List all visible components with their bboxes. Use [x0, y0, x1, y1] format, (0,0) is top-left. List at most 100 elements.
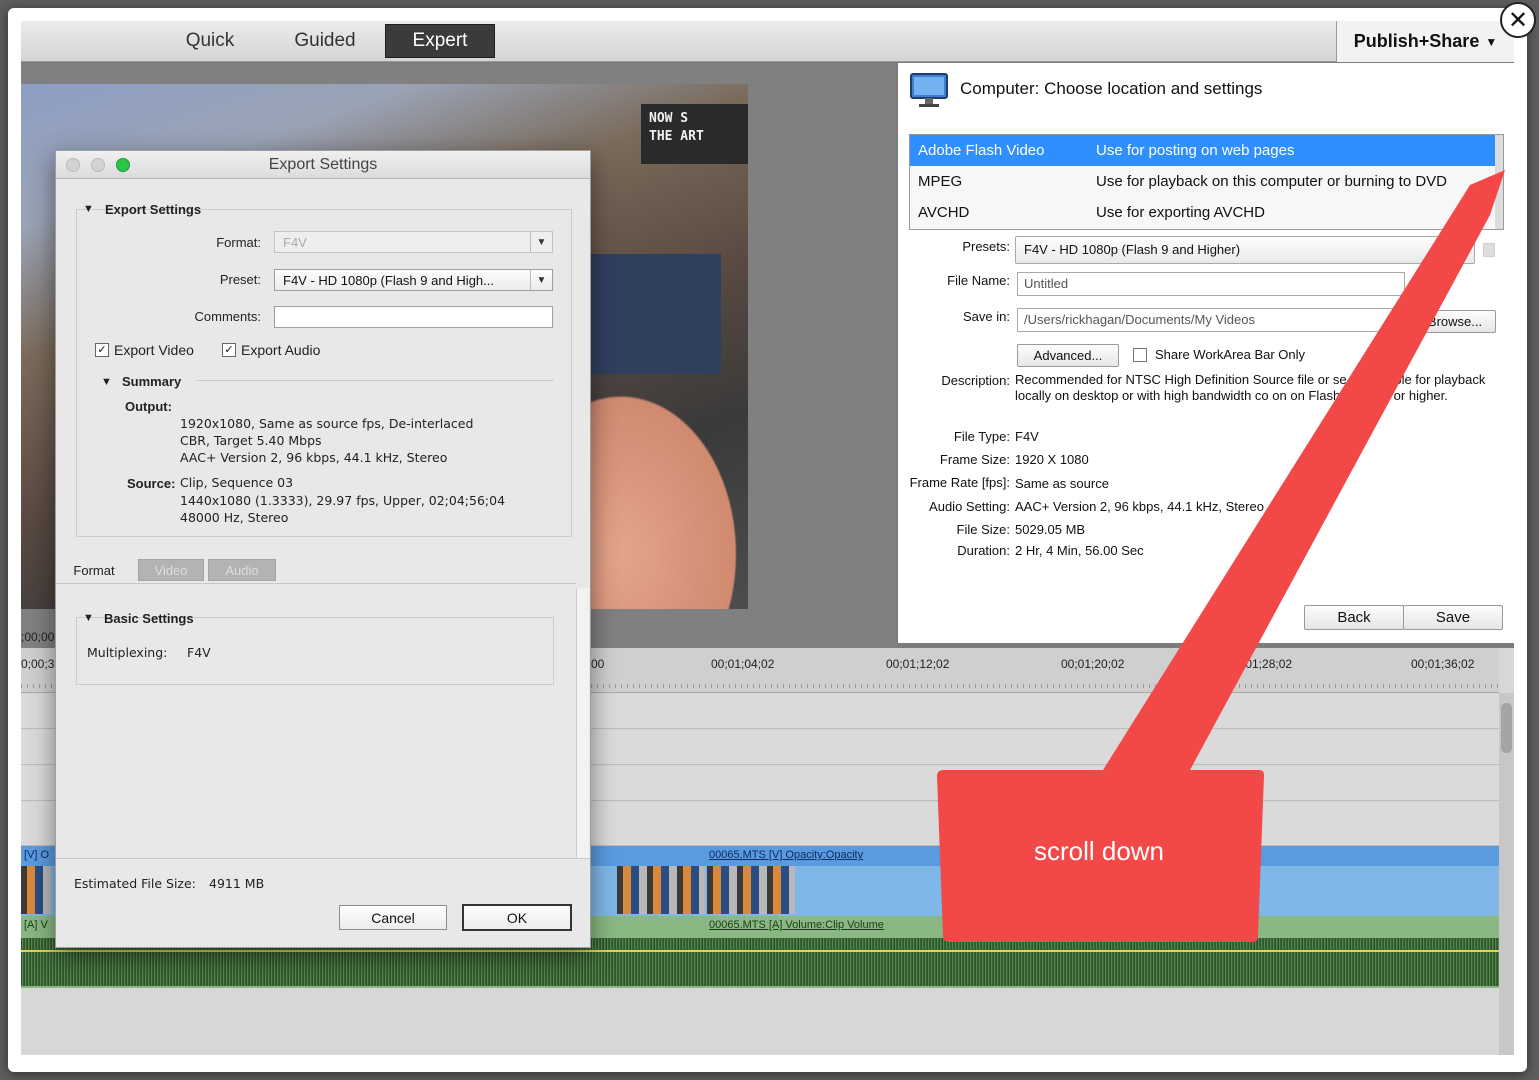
- format-name: AVCHD: [918, 204, 970, 221]
- duration-label: Duration:: [957, 543, 1010, 558]
- presets-dropdown[interactable]: F4V - HD 1080p (Flash 9 and Higher) ▼: [1015, 236, 1475, 264]
- frame-rate-label: Frame Rate [fps]:: [909, 475, 1010, 490]
- publish-share-panel: Computer: Choose location and settings A…: [897, 63, 1514, 643]
- trash-icon[interactable]: [1483, 243, 1495, 257]
- ruler-tick: ;01;28;02: [1242, 657, 1293, 671]
- format-dropdown: F4V ▼: [274, 231, 553, 253]
- description-value: Recommended for NTSC High Definition Sou…: [1015, 372, 1486, 403]
- file-name-label: File Name:: [947, 273, 1010, 288]
- file-size-label: File Size:: [956, 522, 1010, 537]
- video-clip-label[interactable]: 00065.MTS [V] Opacity:Opacity: [709, 849, 863, 861]
- format-name: MPEG: [918, 173, 963, 190]
- tab-divider: [56, 583, 576, 584]
- footer-divider: [56, 858, 590, 859]
- advanced-button[interactable]: Advanced...: [1017, 344, 1119, 367]
- export-video-label: Export Video: [114, 342, 194, 358]
- format-name: Adobe Flash Video: [918, 142, 1045, 159]
- export-settings-heading: Export Settings: [105, 202, 202, 217]
- tab-expert[interactable]: Expert: [385, 24, 495, 58]
- browse-button[interactable]: Browse...: [1414, 310, 1496, 333]
- share-workarea-checkbox[interactable]: [1133, 348, 1147, 362]
- computer-monitor-icon: [910, 73, 948, 107]
- export-audio-checkbox[interactable]: ✓: [222, 343, 236, 357]
- disclosure-triangle-icon[interactable]: ▼: [101, 376, 112, 388]
- format-label: Format:: [216, 235, 261, 250]
- timeline-scrollbar[interactable]: [1499, 693, 1514, 1055]
- file-type-value: F4V: [1015, 429, 1039, 444]
- callout-text: scroll down: [1033, 836, 1165, 866]
- format-desc: Use for exporting AVCHD: [1096, 204, 1265, 221]
- audio-setting-label: Audio Setting:: [929, 499, 1010, 514]
- preview-timecode: ;00;00: [21, 630, 55, 644]
- multiplexing-label: Multiplexing:: [87, 645, 168, 660]
- export-video-checkbox[interactable]: ✓: [95, 343, 109, 357]
- tab-video[interactable]: Video: [138, 559, 204, 581]
- chevron-down-icon: ▼: [530, 232, 552, 252]
- file-name-input[interactable]: Untitled: [1017, 272, 1405, 296]
- export-settings-dialog: Export Settings ▼ Export Settings Format…: [55, 150, 591, 948]
- ruler-tick: 00;01;04;02: [711, 657, 775, 671]
- disclosure-triangle-icon[interactable]: ▼: [83, 612, 94, 624]
- video-clip-left-label: [V] O: [24, 849, 50, 861]
- tab-quick[interactable]: Quick: [171, 24, 249, 58]
- output-line-3: AAC+ Version 2, 96 kbps, 44.1 kHz, Stere…: [180, 450, 448, 465]
- frame-size-value: 1920 X 1080: [1015, 452, 1089, 467]
- sign-line-2: THE ART: [649, 129, 704, 144]
- dialog-titlebar: Export Settings: [56, 151, 590, 179]
- duration-value: 2 Hr, 4 Min, 56.00 Sec: [1015, 543, 1144, 558]
- tab-guided[interactable]: Guided: [283, 24, 367, 58]
- mode-bar: Quick Guided Expert Publish+Share ▼: [21, 21, 1514, 62]
- preset-label: Preset:: [219, 272, 261, 287]
- presets-label: Presets:: [962, 239, 1010, 254]
- chevron-down-icon: ▼: [1456, 242, 1466, 253]
- sign-line-1: NOW S: [649, 111, 689, 126]
- format-row-mpeg[interactable]: MPEG Use for playback on this computer o…: [910, 166, 1503, 197]
- frame-rate-value: Same as source: [1015, 476, 1109, 491]
- audio-clip-left-label: [A] V: [24, 919, 48, 931]
- tab-audio[interactable]: Audio: [208, 559, 276, 581]
- share-workarea-label: Share WorkArea Bar Only: [1155, 347, 1306, 362]
- publish-heading: Computer: Choose location and settings: [960, 79, 1263, 98]
- format-list-scrollbar[interactable]: [1495, 135, 1503, 229]
- close-lightbox-button[interactable]: ✕: [1500, 2, 1536, 38]
- publish-share-menu[interactable]: Publish+Share ▼: [1336, 21, 1514, 62]
- summary-heading: Summary: [122, 374, 182, 389]
- volume-rubberband[interactable]: [21, 950, 1499, 952]
- ruler-tick: 00: [591, 657, 605, 671]
- back-button[interactable]: Back: [1304, 605, 1404, 630]
- ruler-tick: 00;01;20;02: [1061, 657, 1125, 671]
- publish-share-label: Publish+Share: [1353, 31, 1480, 51]
- clip-thumbnail: [707, 866, 795, 914]
- format-desc: Use for posting on web pages: [1096, 142, 1295, 159]
- chevron-down-icon: ▼: [530, 270, 552, 290]
- ruler-tick: 00;01;36;02: [1411, 657, 1475, 671]
- ruler-tick: 0;00;3: [21, 657, 55, 671]
- cancel-button[interactable]: Cancel: [339, 905, 447, 930]
- timeline-scrollbar-thumb[interactable]: [1501, 703, 1512, 753]
- disclosure-triangle-icon[interactable]: ▼: [83, 203, 94, 215]
- save-in-label: Save in:: [963, 309, 1010, 324]
- format-row-flash[interactable]: Adobe Flash Video Use for posting on web…: [910, 135, 1503, 166]
- audio-setting-value: AAC+ Version 2, 96 kbps, 44.1 kHz, Stere…: [1015, 499, 1264, 514]
- format-value: F4V: [283, 235, 307, 250]
- dialog-title: Export Settings: [268, 156, 378, 173]
- source-line-3: 48000 Hz, Stereo: [180, 510, 289, 525]
- format-row-avchd[interactable]: AVCHD Use for exporting AVCHD: [910, 197, 1503, 228]
- save-button[interactable]: Save: [1403, 605, 1503, 630]
- basic-settings-heading: Basic Settings: [104, 611, 194, 626]
- save-in-input[interactable]: /Users/rickhagan/Documents/My Videos: [1017, 308, 1415, 332]
- preset-dropdown[interactable]: F4V - HD 1080p (Flash 9 and High... ▼: [274, 269, 553, 291]
- source-line-1: Clip, Sequence 03: [180, 475, 294, 490]
- preset-value: F4V - HD 1080p (Flash 9 and High...: [283, 273, 494, 288]
- theater-sign: NOW S THE ART: [641, 104, 748, 164]
- ok-button[interactable]: OK: [462, 904, 572, 931]
- tab-format[interactable]: Format: [64, 559, 124, 581]
- export-audio-label: Export Audio: [241, 342, 321, 358]
- comments-input[interactable]: [274, 306, 553, 328]
- estimated-size-label: Estimated File Size:: [74, 876, 196, 891]
- audio-clip-label[interactable]: 00065.MTS [A] Volume:Clip Volume: [709, 919, 884, 931]
- comments-label: Comments:: [194, 309, 261, 324]
- output-line-1: 1920x1080, Same as source fps, De-interl…: [180, 416, 474, 431]
- chevron-down-icon: ▼: [1485, 34, 1498, 49]
- settings-scrollbar[interactable]: [576, 588, 589, 858]
